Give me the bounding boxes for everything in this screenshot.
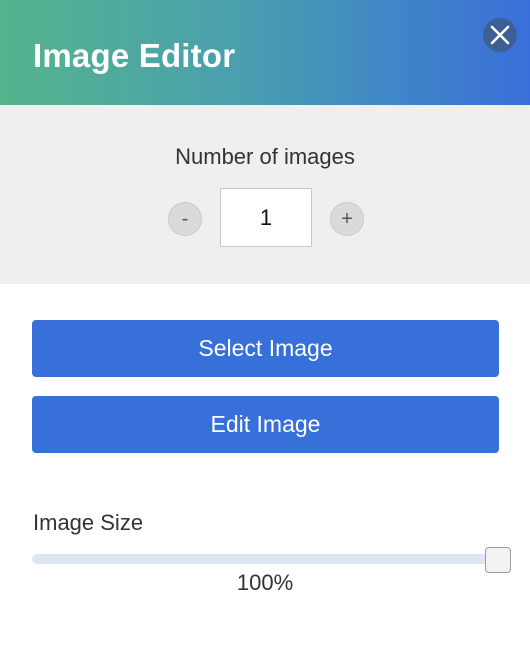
close-icon (490, 25, 510, 45)
image-size-value: 100% (236, 570, 294, 595)
image-editor-dialog: Image Editor Number of images - + Select… (0, 0, 530, 652)
close-button[interactable] (483, 18, 517, 52)
increment-button[interactable]: + (330, 202, 364, 236)
decrement-button[interactable]: - (168, 202, 202, 236)
dialog-header: Image Editor (0, 0, 530, 105)
image-count-label: Number of images (175, 144, 355, 169)
dialog-title: Image Editor (33, 37, 236, 74)
image-count-panel: Number of images - + (0, 105, 530, 284)
image-size-slider-track[interactable] (32, 554, 498, 564)
select-image-button[interactable]: Select Image (32, 320, 499, 377)
image-size-label: Image Size (33, 510, 144, 535)
edit-image-button[interactable]: Edit Image (32, 396, 499, 453)
image-count-input[interactable] (220, 188, 312, 247)
